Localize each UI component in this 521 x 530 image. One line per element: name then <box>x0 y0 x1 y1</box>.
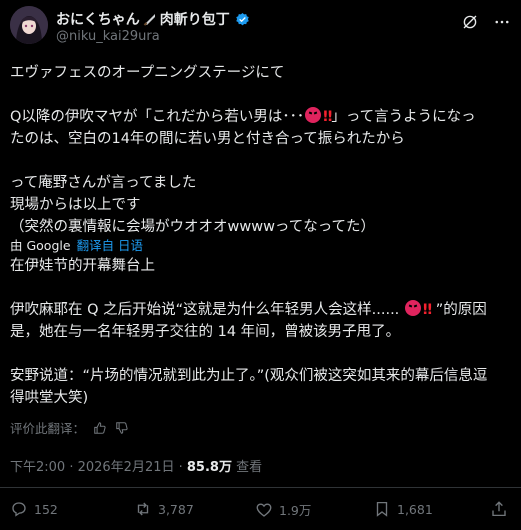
display-name-suffix[interactable]: 肉斬り包丁 <box>160 9 230 29</box>
views-count: 85.8万 <box>186 460 232 475</box>
angry-face-icon <box>404 300 421 316</box>
display-name[interactable]: おにくちゃん <box>56 9 140 29</box>
repost-icon <box>137 502 149 516</box>
views-label: 查看 <box>231 460 263 475</box>
thumbs-down-icon[interactable] <box>115 421 129 435</box>
like-count: 1.9万 <box>279 503 312 518</box>
text-line: 安野说道：“片场的情况就到此为止了。”(观众们被这突如其来的幕后信息逗 <box>10 368 488 384</box>
rate-translation-label: 评价此翻译： <box>10 421 86 436</box>
reply-button[interactable]: 152 <box>10 500 58 518</box>
text-line: 得哄堂大笑) <box>10 390 89 406</box>
text-line: 伊吹麻耶在 Q 之后开始说“这就是为什么年轻男人会这样...... !! ”的原… <box>10 299 513 321</box>
display-name-row[interactable]: おにくちゃん 肉斬り包丁 <box>56 9 250 29</box>
post-original-text: エヴァフェスのオープニングステージにて Q以降の伊吹マヤが「これだから若い男は･… <box>10 62 513 238</box>
action-bar: 152 3,787 1.9万 1,681 <box>0 500 521 524</box>
translation-by: 由 Google <box>10 238 71 253</box>
translation-attribution: 由 Google 翻译自 日语 <box>10 235 143 254</box>
text-line: Q以降の伊吹マヤが「これだから若い男は･･･ !!」って言うようになっ <box>10 106 513 128</box>
bookmark-button[interactable]: 1,681 <box>373 500 433 518</box>
translated-from-link[interactable]: 翻译自 日语 <box>77 235 143 254</box>
text-line: 是，她在与一名年轻男子交往的 14 年间，曾被该男子甩了。 <box>10 324 401 340</box>
divider <box>0 487 521 488</box>
reply-count: 152 <box>34 501 58 517</box>
bookmark-count: 1,681 <box>397 501 433 517</box>
post-timestamp[interactable]: 下午2:00 · 2026年2月21日 · <box>10 460 187 475</box>
text-line: エヴァフェスのオープニングステージにて <box>10 65 285 81</box>
verified-badge-icon <box>235 12 249 25</box>
text-line: Q以降の伊吹マヤが「これだから若い男は･･･ <box>10 109 305 125</box>
share-button[interactable] <box>490 500 508 518</box>
bookmark-icon <box>376 501 388 517</box>
rate-translation: 评价此翻译： <box>10 418 129 437</box>
heart-icon <box>256 502 272 517</box>
share-icon <box>492 501 506 517</box>
text-line: たのは、空白の14年の間に若い男と付き合って振られたから <box>10 131 405 147</box>
more-options-icon[interactable] <box>493 13 511 31</box>
text-line: 現場からは以上です <box>10 197 141 213</box>
avatar[interactable] <box>10 6 48 44</box>
text-line: 在伊娃节的开幕舞台上 <box>10 258 155 274</box>
header-actions <box>461 13 511 31</box>
reply-icon <box>12 502 26 517</box>
angry-face-icon <box>305 107 322 123</box>
text-line: ”的原因 <box>435 302 487 318</box>
double-exclamation-icon: !! <box>421 302 433 318</box>
post-header: おにくちゃん 肉斬り包丁 @niku_kai29ura <box>10 4 513 50</box>
post-meta: 下午2:00 · 2026年2月21日 · 85.8万 查看 <box>10 456 262 475</box>
repost-count: 3,787 <box>158 501 194 517</box>
knife-icon <box>143 14 155 26</box>
like-button[interactable]: 1.9万 <box>255 500 311 519</box>
text-line: って庵野さんが言ってました <box>10 175 197 191</box>
text-line: 」って言うようになっ <box>331 109 476 125</box>
text-line: 伊吹麻耶在 Q 之后开始说“这就是为什么年轻男人会这样...... <box>10 302 400 318</box>
grok-icon[interactable] <box>461 13 479 31</box>
post-translated-text: 在伊娃节的开幕舞台上 伊吹麻耶在 Q 之后开始说“这就是为什么年轻男人会这样..… <box>10 255 513 409</box>
thumbs-up-icon[interactable] <box>93 421 107 435</box>
user-handle[interactable]: @niku_kai29ura <box>56 29 160 44</box>
repost-button[interactable]: 3,787 <box>134 500 194 518</box>
